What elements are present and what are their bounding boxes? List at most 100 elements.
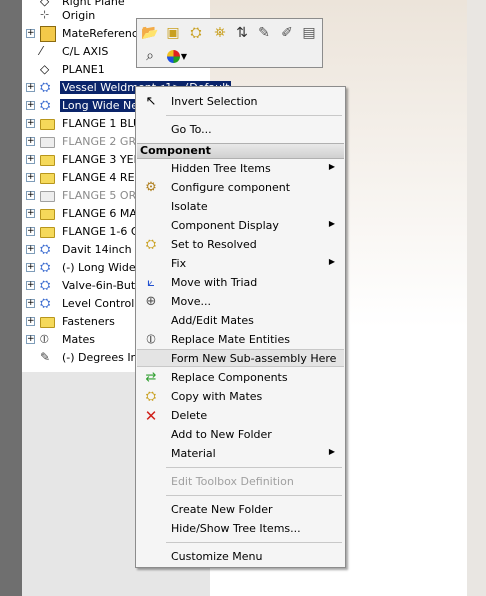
configure-icon: ⚙ bbox=[145, 180, 157, 195]
menu-item-label: Move... bbox=[171, 295, 211, 308]
menu-item-add-to-new-folder[interactable]: Add to New Folder bbox=[137, 426, 344, 444]
submenu-arrow-icon: ▶ bbox=[328, 257, 335, 266]
menu-item-label: Configure component bbox=[171, 181, 291, 194]
tree-item-label: Fasteners bbox=[62, 315, 115, 328]
tree-item-label: PLANE1 bbox=[62, 63, 105, 76]
folder-icon bbox=[40, 173, 55, 184]
tree-item-label: Level Control Fi bbox=[62, 297, 147, 310]
menu-item-component-display[interactable]: Component Display ▶ bbox=[137, 217, 344, 235]
menu-separator bbox=[166, 542, 342, 543]
menu-item-copy-with-mates[interactable]: ⛭ Copy with Mates bbox=[137, 388, 344, 406]
expand-toggle[interactable]: + bbox=[26, 227, 35, 236]
menu-item-customize-menu[interactable]: Customize Menu bbox=[137, 548, 344, 566]
expand-toggle[interactable]: + bbox=[26, 317, 35, 326]
menu-item-move[interactable]: ⊕ Move... bbox=[137, 293, 344, 311]
mate-reference-icon bbox=[40, 26, 56, 42]
menu-item-label: Replace Components bbox=[171, 371, 288, 384]
menu-item-go-to[interactable]: Go To... bbox=[137, 121, 344, 139]
tree-item-label: FLANGE 5 ORA bbox=[62, 189, 144, 202]
menu-item-label: Invert Selection bbox=[171, 95, 258, 108]
expand-toggle[interactable]: + bbox=[26, 155, 35, 164]
menu-item-label: Material bbox=[171, 447, 216, 460]
folder-icon bbox=[40, 137, 55, 148]
menu-item-replace-mate-entities[interactable]: ⦶ Replace Mate Entities bbox=[137, 331, 344, 349]
menu-section-title: Component bbox=[140, 144, 211, 157]
menu-item-replace-components[interactable]: ⇄ Replace Components bbox=[137, 369, 344, 387]
tree-item-label: Origin bbox=[62, 9, 96, 22]
expand-toggle[interactable]: + bbox=[26, 83, 35, 92]
menu-item-label: Delete bbox=[171, 409, 208, 422]
plane-icon: ◇ bbox=[40, 62, 50, 76]
menu-item-configure-component[interactable]: ⚙ Configure component bbox=[137, 179, 344, 197]
rebuild-icon[interactable]: ⛯ bbox=[211, 24, 229, 42]
context-toolbar: 📂 ▣ ⛭ ⛯ ⇅ ✎ ✐ ▤ ⌕ ▼ bbox=[136, 18, 323, 68]
subassembly-icon: ⛭ bbox=[40, 296, 51, 311]
folder-icon bbox=[40, 227, 55, 238]
subassembly-icon: ⛭ bbox=[40, 260, 51, 275]
tree-item-label: FLANGE 1-6 OT bbox=[62, 225, 147, 238]
folder-icon bbox=[40, 209, 55, 220]
menu-item-invert-selection[interactable]: ↖ Invert Selection bbox=[137, 93, 344, 111]
expand-toggle[interactable]: + bbox=[26, 335, 35, 344]
copy-mates-icon: ⛭ bbox=[145, 389, 157, 404]
mates-icon: ⦶ bbox=[40, 332, 49, 346]
menu-item-material[interactable]: Material ▶ bbox=[137, 445, 344, 463]
triad-icon: ⟀ bbox=[147, 275, 155, 290]
expand-toggle[interactable]: + bbox=[26, 137, 35, 146]
tree-item-label: FLANGE 1 BLU bbox=[62, 117, 142, 130]
expand-toggle[interactable]: + bbox=[26, 101, 35, 110]
origin-icon: ⊹ bbox=[40, 8, 50, 21]
menu-item-form-new-subassembly[interactable]: Form New Sub-assembly Here bbox=[137, 349, 344, 367]
tree-item-label: C/L AXIS bbox=[62, 45, 109, 58]
tree-item-label: FLANGE 4 RED bbox=[62, 171, 143, 184]
tree-item-label: Valve-6in-Butte bbox=[62, 279, 147, 292]
menu-item-label: Set to Resolved bbox=[171, 238, 257, 251]
menu-item-add-edit-mates[interactable]: Add/Edit Mates bbox=[137, 312, 344, 330]
menu-item-label: Isolate bbox=[171, 200, 208, 213]
folder-icon bbox=[40, 191, 55, 202]
notes-icon[interactable]: ✐ bbox=[278, 24, 296, 42]
menu-item-move-with-triad[interactable]: ⟀ Move with Triad bbox=[137, 274, 344, 292]
resolved-icon: ⛭ bbox=[145, 237, 157, 252]
menu-item-isolate[interactable]: Isolate bbox=[137, 198, 344, 216]
menu-item-create-new-folder[interactable]: Create New Folder bbox=[137, 501, 344, 519]
open-part-icon[interactable]: 📂 bbox=[141, 24, 159, 42]
folder-icon bbox=[40, 155, 55, 166]
menu-item-label: Go To... bbox=[171, 123, 212, 136]
menu-item-set-to-resolved[interactable]: ⛭ Set to Resolved bbox=[137, 236, 344, 254]
expand-toggle[interactable]: + bbox=[26, 245, 35, 254]
component-properties-icon[interactable]: ⛭ bbox=[187, 24, 205, 42]
menu-item-label: Edit Toolbox Definition bbox=[171, 475, 294, 488]
chevron-down-icon[interactable]: ▼ bbox=[179, 48, 189, 66]
menu-item-hide-show-tree-items[interactable]: Hide/Show Tree Items... bbox=[137, 520, 344, 538]
expand-toggle[interactable]: + bbox=[26, 191, 35, 200]
expand-toggle[interactable]: + bbox=[26, 299, 35, 308]
cursor-icon: ↖ bbox=[145, 94, 157, 109]
viewport-edge bbox=[467, 0, 486, 596]
menu-item-label: Fix bbox=[171, 257, 187, 270]
tree-item-label: FLANGE 3 YEL bbox=[62, 153, 140, 166]
expand-toggle[interactable]: + bbox=[26, 173, 35, 182]
menu-item-label: Hidden Tree Items bbox=[171, 162, 271, 175]
menu-item-fix[interactable]: Fix ▶ bbox=[137, 255, 344, 273]
replace-mate-icon: ⦶ bbox=[146, 332, 156, 347]
search-icon[interactable]: ⌕ bbox=[141, 47, 159, 65]
expand-toggle[interactable]: + bbox=[26, 281, 35, 290]
expand-toggle[interactable]: + bbox=[26, 263, 35, 272]
open-assembly-icon[interactable]: ▣ bbox=[164, 24, 182, 42]
expand-toggle[interactable]: + bbox=[26, 29, 35, 38]
menu-item-label: Replace Mate Entities bbox=[171, 333, 290, 346]
replace-components-icon: ⇄ bbox=[145, 370, 157, 385]
tree-item-label: FLANGE 6 MAC bbox=[62, 207, 145, 220]
expand-toggle[interactable]: + bbox=[26, 119, 35, 128]
menu-separator bbox=[166, 467, 342, 468]
menu-item-delete[interactable]: ✕ Delete bbox=[137, 407, 344, 425]
folder-icon bbox=[40, 317, 55, 328]
attach-icon[interactable]: ⇅ bbox=[233, 24, 251, 42]
move-icon: ⊕ bbox=[145, 294, 157, 309]
expand-toggle[interactable]: + bbox=[26, 209, 35, 218]
menu-item-hidden-tree-items[interactable]: Hidden Tree Items ▶ bbox=[137, 160, 344, 178]
subassembly-icon: ⛭ bbox=[40, 80, 51, 95]
edit-part-icon[interactable]: ✎ bbox=[255, 24, 273, 42]
zoom-to-selection-icon[interactable]: ▤ bbox=[300, 24, 318, 42]
